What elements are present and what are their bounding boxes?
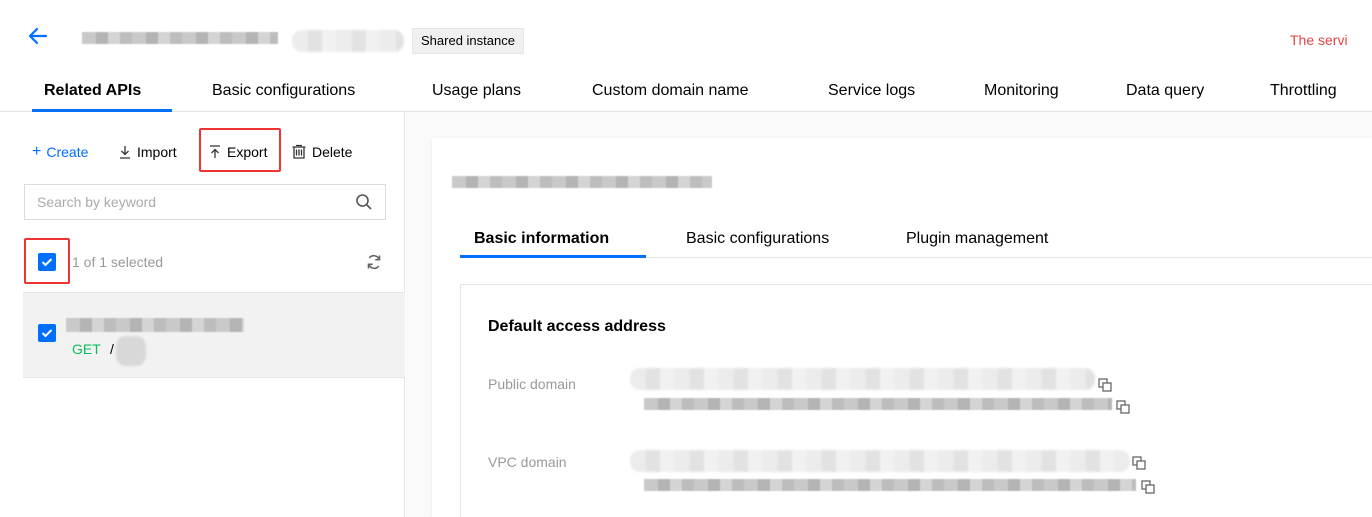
- tab-service-logs[interactable]: Service logs: [828, 82, 915, 100]
- tab-detail-basic-configurations[interactable]: Basic configurations: [686, 230, 829, 248]
- copy-icon[interactable]: [1098, 378, 1112, 392]
- copy-icon[interactable]: [1116, 400, 1130, 414]
- import-label: Import: [137, 144, 177, 160]
- api-list-item[interactable]: [23, 292, 405, 378]
- service-id-redacted: [292, 30, 404, 52]
- import-icon: [120, 146, 130, 159]
- public-domain-value-2-redacted: [644, 398, 1112, 410]
- delete-icon: [292, 144, 306, 159]
- service-name-redacted: [82, 32, 278, 44]
- select-all-highlight-box: [24, 238, 70, 284]
- api-title-redacted: [452, 176, 712, 188]
- public-domain-value-redacted: [630, 368, 1095, 390]
- api-method-badge: GET: [72, 341, 101, 357]
- main-tabs: Related APIs Basic configurations Usage …: [0, 72, 1372, 112]
- export-highlight-box: [199, 128, 281, 172]
- check-icon: [41, 329, 53, 338]
- tab-basic-information[interactable]: Basic information: [474, 230, 609, 248]
- api-path-redacted: [116, 336, 146, 366]
- delete-label: Delete: [312, 144, 353, 160]
- tab-custom-domain-name[interactable]: Custom domain name: [592, 82, 749, 100]
- vpc-domain-value-2-redacted: [644, 479, 1136, 491]
- back-arrow-icon[interactable]: [26, 24, 50, 48]
- vpc-domain-value-redacted: [630, 450, 1130, 472]
- create-label: Create: [46, 144, 89, 160]
- active-sub-tab-indicator: [460, 255, 646, 258]
- detail-sub-tabs: Basic information Basic configurations P…: [460, 218, 1372, 258]
- tab-related-apis[interactable]: Related APIs: [44, 82, 141, 100]
- copy-icon[interactable]: [1141, 480, 1155, 494]
- public-domain-label: Public domain: [488, 376, 576, 392]
- import-button[interactable]: Import: [118, 144, 177, 160]
- tab-plugin-management[interactable]: Plugin management: [906, 230, 1048, 248]
- refresh-icon[interactable]: [364, 252, 384, 272]
- service-warning-text: The servi: [1290, 32, 1348, 48]
- delete-button[interactable]: Delete: [291, 144, 352, 160]
- copy-icon[interactable]: [1132, 456, 1146, 470]
- section-title: Default access address: [488, 318, 666, 335]
- create-button[interactable]: + Create: [32, 143, 89, 161]
- tab-usage-plans[interactable]: Usage plans: [432, 82, 521, 100]
- tab-monitoring[interactable]: Monitoring: [984, 82, 1059, 100]
- search-input[interactable]: [37, 194, 337, 210]
- search-icon[interactable]: [355, 193, 373, 211]
- instance-type-badge: Shared instance: [412, 28, 524, 54]
- tab-data-query[interactable]: Data query: [1126, 82, 1204, 100]
- plus-icon: +: [32, 143, 42, 160]
- vpc-domain-label: VPC domain: [488, 454, 567, 470]
- tab-throttling[interactable]: Throttling: [1270, 82, 1337, 100]
- tab-basic-configurations[interactable]: Basic configurations: [212, 82, 355, 100]
- api-item-checkbox[interactable]: [38, 324, 56, 342]
- search-box: [24, 184, 386, 220]
- api-path-text: /: [110, 341, 114, 357]
- selection-count-text: 1 of 1 selected: [72, 254, 164, 270]
- api-name-redacted: [66, 318, 244, 332]
